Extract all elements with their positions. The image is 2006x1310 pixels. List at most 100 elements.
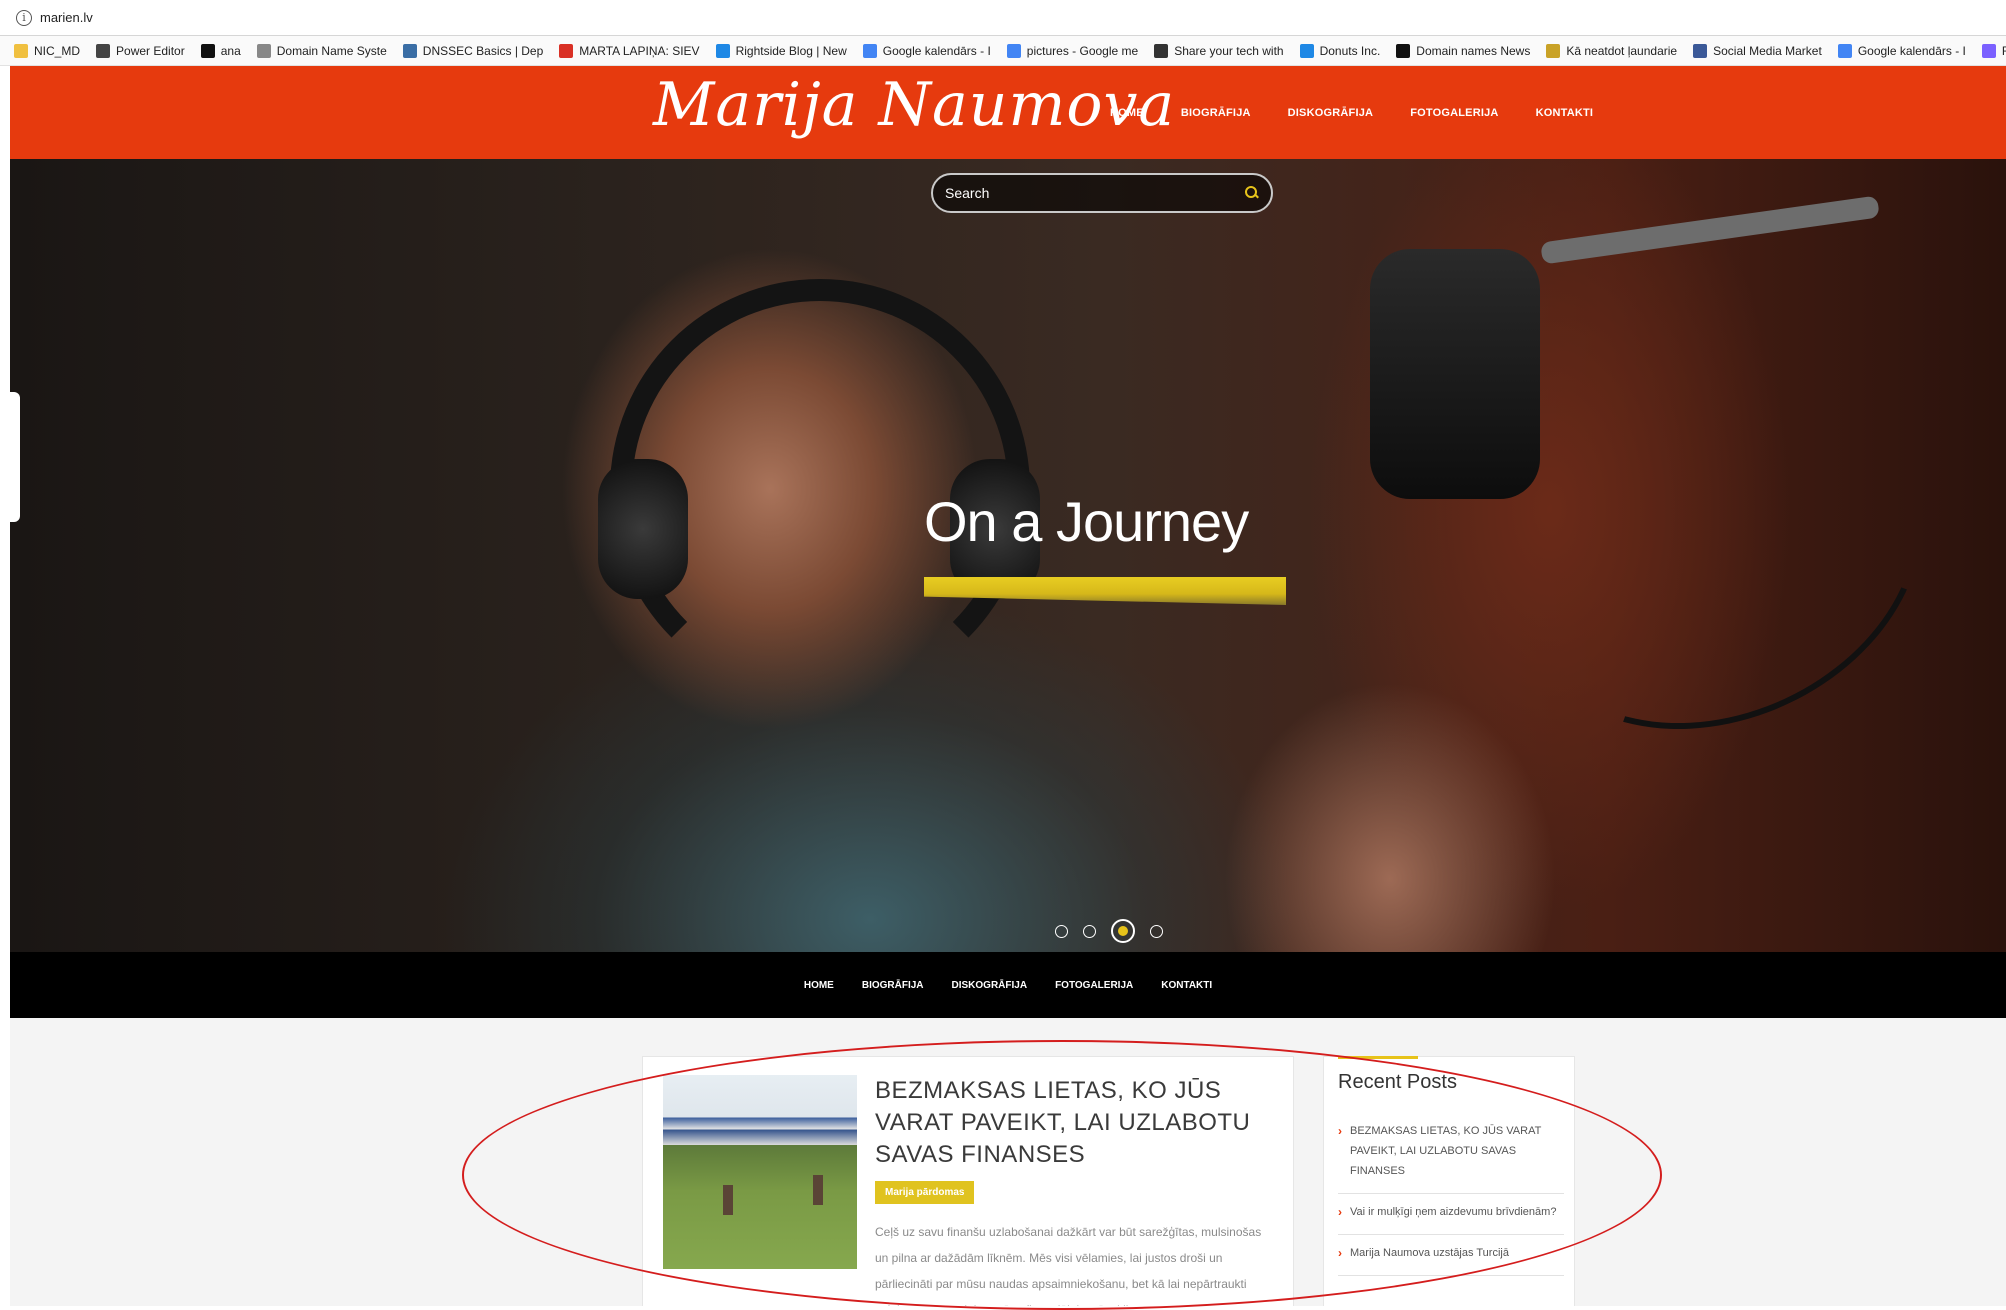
bookmark-label: Rightside Blog | New [735,43,847,58]
recent-post-link[interactable]: Marija Naumova uzstājas Turcijā [1350,1243,1509,1263]
recent-post-item[interactable]: › Marija Naumova uzstājas Turcijā [1338,1235,1564,1276]
bookmark-label: MARTA LAPIŅA: SIEV [579,43,700,58]
nav2-diskografija[interactable]: DISKOGRĀFIJA [952,980,1028,991]
slider-dot[interactable] [1150,924,1163,938]
bookmark-item[interactable]: NIC_MD [14,43,81,58]
share-icon [1154,43,1169,58]
nav2-fotogalerija[interactable]: FOTOGALERIJA [1055,980,1133,991]
google-icon [1006,43,1021,58]
bookmark-item[interactable]: Google kalendārs - I [1837,43,1966,58]
nav-home[interactable]: HOME [1110,107,1144,119]
nav-biografija[interactable]: BIOGRĀFIJA [1181,107,1251,119]
folder-icon [14,43,28,58]
post-title[interactable]: BEZMAKSAS LIETAS, KO JŪS VARAT PAVEIKT, … [875,1075,1275,1171]
url-text: marien.lv [40,10,93,25]
microphone [1370,249,1540,499]
bookmark-label: Share your tech with [1174,43,1284,58]
top-nav: HOME BIOGRĀFIJA DISKOGRĀFIJA FOTOGALERIJ… [1110,66,1630,159]
bookmark-label: Donuts Inc. [1319,43,1381,58]
bookmark-label: Domain names News [1416,43,1531,58]
chevron-right-icon: › [1338,1246,1342,1260]
bookmark-label: NIC_MD [34,43,81,58]
bookmark-item[interactable]: Domain names News [1396,43,1531,58]
nav2-biografija[interactable]: BIOGRĀFIJA [862,980,924,991]
chevron-right-icon: › [1338,1205,1342,1219]
slider-dots [1055,919,1178,943]
bookmark-item[interactable]: Kā neatdot ļaundarie [1546,43,1678,58]
nav-diskografija[interactable]: DISKOGRĀFIJA [1288,107,1374,119]
nav-kontakti[interactable]: KONTAKTI [1536,107,1594,119]
site-logo[interactable]: Marija Naumova [653,70,1175,140]
recent-post-item[interactable]: › BEZMAKSAS LIETAS, KO JŪS VARAT PAVEIKT,… [1338,1113,1564,1194]
bookmark-item[interactable]: Power Editor [96,43,185,58]
donuts-icon [1299,43,1314,58]
post-excerpt: Ceļš uz savu finanšu uzlabošanai dažkārt… [875,1225,1262,1306]
person-figure [813,1175,823,1205]
bookmark-item[interactable]: Share your tech with [1154,43,1284,58]
slider-dot[interactable] [1111,919,1135,943]
secondary-nav: HOME BIOGRĀFIJA DISKOGRĀFIJA FOTOGALERIJ… [10,952,2006,1018]
gmail-icon [559,43,574,58]
recent-post-link[interactable]: Vai ir mulķīgi ņem aizdevumu brīvdienām? [1350,1202,1556,1222]
search-input[interactable] [945,185,1245,201]
recent-posts-title: Recent Posts [1338,1071,1457,1093]
recent-post-link[interactable]: BEZMAKSAS LIETAS, KO JŪS VARAT PAVEIKT, … [1350,1121,1564,1181]
website: Marija Naumova HOME BIOGRĀFIJA DISKOGRĀF… [10,66,2006,1306]
slider-dot[interactable] [1055,924,1068,938]
widget-accent [1338,1056,1418,1059]
chevron-right-icon: › [1338,1124,1342,1138]
bookmark-item[interactable]: Domain Name Syste [256,43,387,58]
bookmark-item[interactable]: DNSSEC Basics | Dep [402,43,544,58]
bookmark-label: Domain Name Syste [276,43,387,58]
bookmark-item[interactable]: pictures - Google me [1006,43,1139,58]
calendar-icon [1837,43,1852,58]
nav2-kontakti[interactable]: KONTAKTI [1161,980,1212,991]
slider-dot[interactable] [1083,924,1096,938]
bookmark-label: Radix Extension Capt [2002,44,2006,58]
side-tab[interactable] [10,392,20,522]
headphone-cup [598,459,688,599]
hero-slider: On a Journey [10,159,2006,952]
bookmark-item[interactable]: Rightside Blog | New [715,43,847,58]
bookmark-label: Kā neatdot ļaundarie [1566,43,1678,58]
person-figure [723,1185,733,1215]
bookmark-item[interactable]: MARTA LAPIŅA: SIEV [559,43,700,58]
post-category-tag[interactable]: Marija pārdomas [875,1181,975,1204]
search-icon[interactable] [1245,186,1259,200]
post-thumbnail[interactable] [663,1075,857,1269]
bookmark-label: Google kalendārs - I [1857,43,1966,58]
bookmark-item[interactable]: Google kalendārs - I [862,43,991,58]
bookmark-label: pictures - Google me [1026,43,1139,58]
social-icon [1693,43,1708,58]
nav-fotogalerija[interactable]: FOTOGALERIJA [1410,107,1498,119]
info-icon[interactable]: i [16,9,32,26]
recent-posts-widget: Recent Posts › BEZMAKSAS LIETAS, KO JŪS V… [1323,1056,1575,1306]
recent-post-item[interactable]: › Vai ir mulķīgi ņem aizdevumu brīvdienām… [1338,1194,1564,1235]
bookmarks-bar: NIC_MD Power Editor ana Domain Name Syste DN… [0,36,2006,66]
bookmark-label: DNSSEC Basics | Dep [422,43,544,58]
calendar-icon [862,43,877,58]
e-icon [1396,43,1411,58]
recent-posts-list: › BEZMAKSAS LIETAS, KO JŪS VARAT PAVEIKT,… [1338,1113,1564,1276]
address-bar[interactable]: i marien.lv [0,0,2006,36]
site-header: Marija Naumova HOME BIOGRĀFIJA DISKOGRĀF… [10,66,2006,159]
bookmark-label: ana [220,43,241,58]
bookmark-item[interactable]: ana [200,43,241,58]
post-card: BEZMAKSAS LIETAS, KO JŪS VARAT PAVEIKT, … [642,1056,1294,1306]
mic-stand [1540,195,1880,265]
page-icon [256,43,271,58]
nav2-home[interactable]: HOME [804,980,834,991]
bookmark-item[interactable]: Social Media Market [1693,43,1822,58]
power-editor-icon [96,43,111,58]
bookmark-label: Google kalendārs - I [882,43,991,58]
folder-icon [1546,43,1561,58]
radix-icon [1981,43,1996,58]
bookmark-item[interactable]: Donuts Inc. [1299,43,1381,58]
bookmark-label: Power Editor [116,43,185,58]
dnssec-icon [402,43,417,58]
bookmark-item[interactable]: Radix Extension Capt [1981,43,2006,58]
rightside-icon [715,43,730,58]
search-box [931,173,1273,213]
amazon-icon [200,43,215,58]
slide-title: On a Journey [924,490,1249,553]
